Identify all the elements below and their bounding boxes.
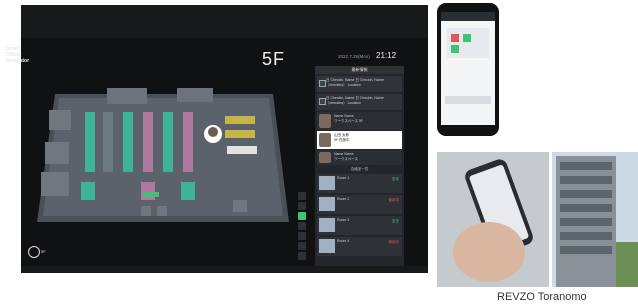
map-tool-button[interactable] (298, 252, 306, 260)
room-name: Room 3 (337, 218, 350, 222)
desk-row[interactable] (183, 112, 193, 172)
bell-icon (319, 80, 326, 87)
phone-screen (441, 12, 495, 125)
time-display: 21:12 (376, 51, 397, 60)
avatar (319, 133, 331, 147)
person-meta: ワークスペース (334, 156, 358, 161)
bell-icon (319, 98, 326, 105)
map-tool-button[interactable] (298, 202, 306, 210)
room-card[interactable]: Room 2 使用中 (317, 195, 402, 214)
avatar (319, 152, 331, 163)
room-thumbnail (319, 176, 335, 190)
map-tool-button[interactable] (298, 222, 306, 230)
meeting-room[interactable] (41, 172, 69, 196)
room-thumbnail (319, 218, 335, 232)
caption: REVZO Toranomo (497, 291, 587, 303)
desk-row[interactable] (181, 182, 195, 200)
map-tool-button[interactable] (298, 232, 306, 240)
room-card[interactable]: Room 4 使用中 (317, 237, 402, 256)
map-tool-button[interactable] (298, 242, 306, 250)
desk-row[interactable] (81, 182, 95, 200)
room-block (141, 206, 151, 216)
desk-row[interactable] (141, 182, 155, 200)
avatar-face (208, 127, 218, 137)
notification-item[interactable]: 日 Checkin, Name 日 Checkin, Name 〔checkin… (317, 76, 402, 92)
room-block (233, 200, 247, 212)
meeting-room[interactable] (49, 110, 71, 130)
desk-row[interactable] (85, 112, 95, 172)
person-card[interactable]: Name Name ワークスペース (317, 150, 402, 165)
room-block (157, 206, 167, 216)
desk-row[interactable] (163, 112, 173, 172)
desk-row[interactable] (225, 116, 255, 124)
phone-map (447, 28, 489, 58)
room-status: 空き (392, 219, 399, 223)
exit-label: 5F (41, 249, 46, 254)
room-block (177, 88, 213, 102)
room-thumbnail (319, 239, 335, 253)
person-card-selected[interactable]: 山田 太郎 5F 在席中 (317, 131, 402, 149)
notification-text: 日 Checkin, Name 日 Checkin, Name 〔checkin… (326, 96, 384, 105)
room-card[interactable]: Room 3 空き (317, 216, 402, 235)
room-block (107, 88, 147, 104)
person-card[interactable]: Name Name ワークスペース 5F (317, 112, 402, 130)
phone-map-block (463, 34, 471, 42)
app-brand: Smart Office Navigator (6, 46, 46, 64)
desk-row[interactable] (225, 130, 255, 138)
person-meta: ワークスペース 5F (334, 118, 364, 123)
room-name: Room 4 (337, 239, 350, 243)
desk-row[interactable] (103, 112, 113, 172)
floor-indicator: 5F (262, 49, 286, 69)
room-name: Room 2 (337, 197, 350, 201)
meeting-room[interactable] (45, 142, 69, 164)
desk-row[interactable] (227, 146, 257, 154)
date-display: 2022.7.25(Mon) (338, 54, 370, 59)
room-status: 使用中 (388, 198, 400, 202)
phone-toolbar (445, 96, 491, 104)
rooms-section-title: 会議室一覧 (350, 167, 369, 171)
location-marker[interactable] (143, 192, 159, 197)
person-meta: 5F 在席中 (334, 137, 350, 142)
hand-phone-photo (437, 152, 549, 287)
room-status: 空き (392, 177, 399, 181)
panel-title: 最新情報 (315, 66, 404, 74)
avatar (319, 114, 331, 128)
desk-row[interactable] (143, 112, 153, 172)
phone-map-block (451, 34, 459, 42)
notification-text: 日 Checkin, Name 日 Checkin, Name 〔checkin… (326, 78, 384, 87)
room-card[interactable]: Room 1 空き (317, 174, 402, 193)
desk-row[interactable] (123, 112, 133, 172)
map-tool-button[interactable] (298, 192, 306, 200)
room-name: Room 1 (337, 176, 350, 180)
map-tool-button-active[interactable] (298, 212, 306, 220)
floor-map[interactable] (37, 82, 289, 234)
room-thumbnail (319, 197, 335, 211)
building-photo (552, 152, 638, 287)
phone-header (441, 12, 495, 21)
brand-line-3: Navigator (6, 58, 30, 64)
phone-map-block (451, 45, 459, 53)
notification-item[interactable]: 日 Checkin, Name 日 Checkin, Name 〔checkin… (317, 94, 402, 110)
room-status: 使用中 (388, 240, 400, 244)
exit-icon[interactable] (28, 246, 40, 258)
